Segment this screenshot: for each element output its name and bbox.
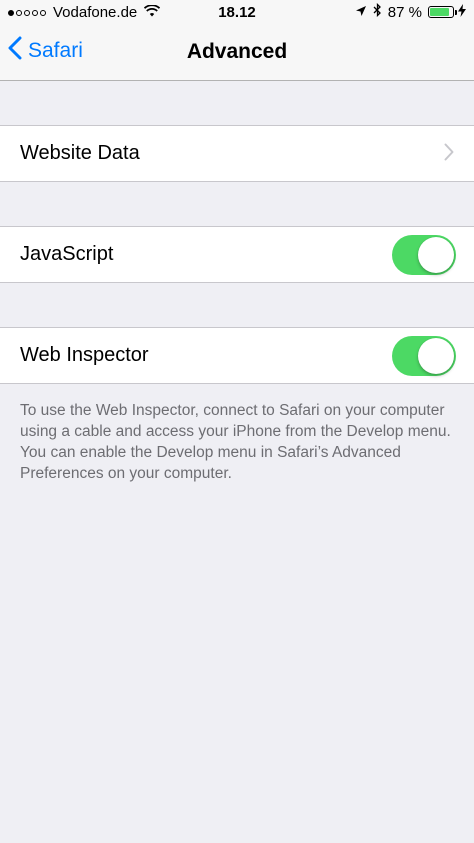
web-inspector-footer-note: To use the Web Inspector, connect to Saf… (20, 402, 451, 482)
website-data-label: Website Data (20, 142, 140, 164)
chevron-right-icon (444, 140, 454, 168)
toggle-knob (418, 337, 454, 374)
bluetooth-icon (373, 2, 382, 21)
toggle-knob (418, 236, 454, 273)
battery-icon (428, 6, 457, 18)
location-arrow-icon (355, 4, 367, 21)
status-bar: Vodafone.de 18.12 87 % (0, 0, 474, 28)
javascript-group: JavaScript (0, 226, 474, 283)
web-inspector-label: Web Inspector (20, 344, 149, 366)
web-inspector-toggle[interactable] (392, 335, 456, 376)
navigation-bar: Safari Advanced (0, 28, 474, 81)
website-data-row[interactable]: Website Data (0, 126, 474, 181)
status-right: 87 % (355, 2, 466, 21)
battery-fill (430, 8, 450, 16)
page-title: Advanced (186, 40, 288, 63)
battery-percent: 87 % (387, 3, 422, 21)
javascript-label: JavaScript (20, 243, 114, 265)
web-inspector-group: Web Inspector (0, 327, 474, 384)
javascript-toggle[interactable] (392, 234, 456, 275)
charging-bolt-icon (458, 3, 466, 21)
web-inspector-row: Web Inspector (0, 328, 474, 383)
battery-nub (455, 10, 457, 15)
website-data-group: Website Data (0, 125, 474, 182)
javascript-row: JavaScript (0, 227, 474, 282)
